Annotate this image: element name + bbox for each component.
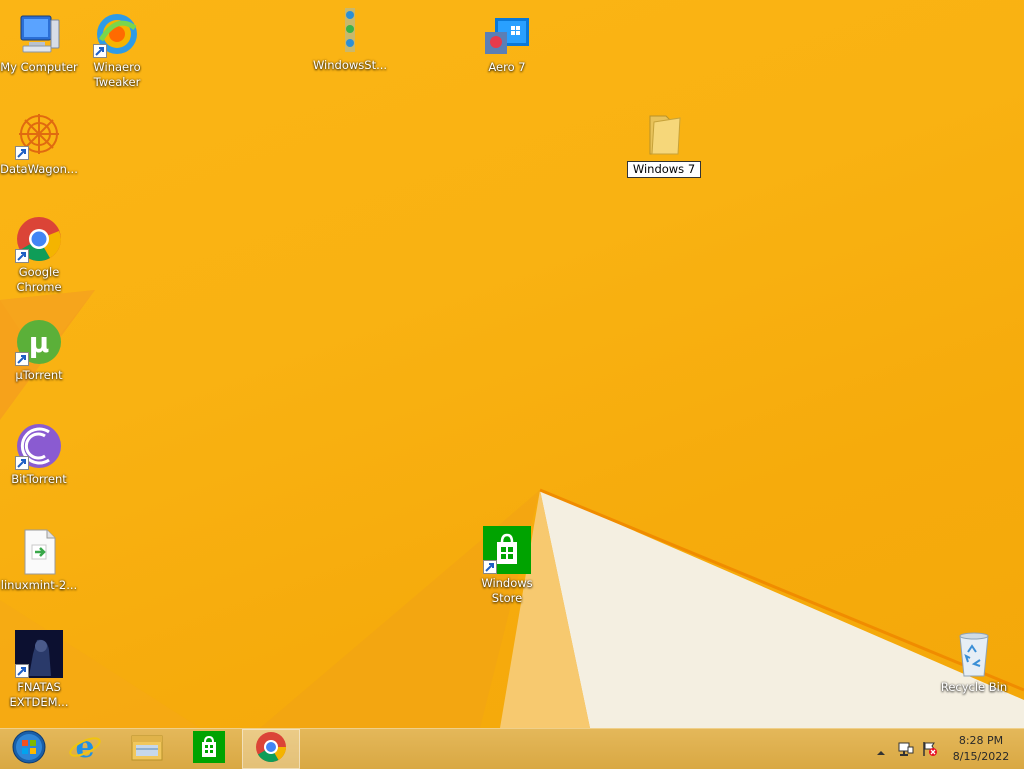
utorrent-icon: µ [15, 318, 63, 366]
shortcut-arrow-icon [93, 44, 107, 58]
shortcut-arrow-icon [15, 249, 29, 263]
icon-label: BitTorrent [11, 472, 67, 486]
internet-explorer-taskbar-button[interactable]: e [56, 729, 114, 769]
utorrent-shortcut[interactable]: µ µTorrent [0, 318, 79, 383]
chrome-icon [15, 215, 63, 263]
icon-label: WindowsSt... [312, 58, 388, 72]
folder-rename-field[interactable]: Windows 7 [626, 161, 702, 178]
icon-label: DataWagon... [0, 162, 78, 176]
windows-store-icon [483, 526, 531, 574]
folder-icon [640, 110, 688, 158]
icon-label: My Computer [0, 60, 78, 74]
shortcut-arrow-icon [483, 560, 497, 574]
svg-text:µ: µ [29, 326, 50, 359]
aero7-shortcut[interactable]: Aero 7 [467, 10, 547, 75]
my-computer-shortcut[interactable]: My Computer [0, 10, 79, 75]
bittorrent-icon [15, 422, 63, 470]
recycle-bin-icon [950, 630, 998, 678]
icon-label: Recycle Bin [940, 680, 1008, 694]
winaero-tweaker-icon [93, 10, 141, 58]
network-icon[interactable] [898, 741, 914, 761]
icon-label: Google Chrome [16, 265, 62, 294]
chrome-icon [255, 731, 287, 767]
windows7-folder[interactable]: Windows 7 [617, 110, 711, 178]
wallpaper [0, 290, 1024, 728]
icon-label: Winaero Tweaker [93, 60, 141, 89]
windowsst-shortcut[interactable]: WindowsSt... [310, 8, 390, 73]
clock-time: 8:28 PM [958, 734, 1004, 747]
svg-text:e: e [75, 730, 94, 764]
winaero-tweaker-shortcut[interactable]: Winaero Tweaker [77, 10, 157, 90]
recycle-bin[interactable]: Recycle Bin [934, 630, 1014, 695]
fnatas-shortcut[interactable]: FNATAS EXTDEM... [0, 630, 79, 710]
computer-icon [15, 10, 63, 58]
chevron-up-icon [877, 751, 885, 755]
action-center-flag-icon[interactable] [922, 741, 938, 761]
bittorrent-shortcut[interactable]: BitTorrent [0, 422, 79, 487]
shortcut-arrow-icon [15, 352, 29, 366]
store-taskbar-button[interactable] [180, 729, 238, 769]
chrome-shortcut[interactable]: Google Chrome [0, 215, 79, 295]
windows-orb-icon [11, 729, 47, 769]
internet-explorer-icon: e [68, 730, 102, 768]
taskbar-clock[interactable]: 8:28 PM 8/15/2022 [946, 733, 1016, 765]
icon-label: Aero 7 [488, 60, 526, 74]
clock-date: 8/15/2022 [952, 750, 1010, 763]
aero7-icon [483, 10, 531, 58]
datawagon-shortcut[interactable]: DataWagon... [0, 112, 79, 177]
linuxmint-file[interactable]: linuxmint-2... [0, 528, 79, 593]
icon-label: FNATAS EXTDEM... [9, 680, 69, 709]
file-explorer-icon [130, 732, 164, 766]
show-hidden-icons-button[interactable] [876, 743, 886, 762]
windowsst-icon [326, 8, 374, 56]
icon-label: Windows Store [481, 576, 533, 605]
datawagon-icon [15, 112, 63, 160]
icon-label: µTorrent [15, 368, 63, 382]
file-explorer-taskbar-button[interactable] [118, 729, 176, 769]
shortcut-arrow-icon [15, 146, 29, 160]
shortcut-arrow-icon [15, 664, 29, 678]
chrome-taskbar-button[interactable] [242, 729, 300, 769]
icon-label: linuxmint-2... [0, 578, 78, 592]
desktop[interactable]: My Computer Winaero Tweaker WindowsSt... [0, 0, 1024, 728]
start-button[interactable] [0, 729, 58, 769]
store-icon [193, 731, 225, 767]
torrent-file-icon [15, 528, 63, 576]
shortcut-arrow-icon [15, 456, 29, 470]
taskbar[interactable]: e 8:28 PM 8/15/2022 [0, 728, 1024, 769]
fnatas-icon [15, 630, 63, 678]
windows-store-shortcut[interactable]: Windows Store [467, 526, 547, 606]
